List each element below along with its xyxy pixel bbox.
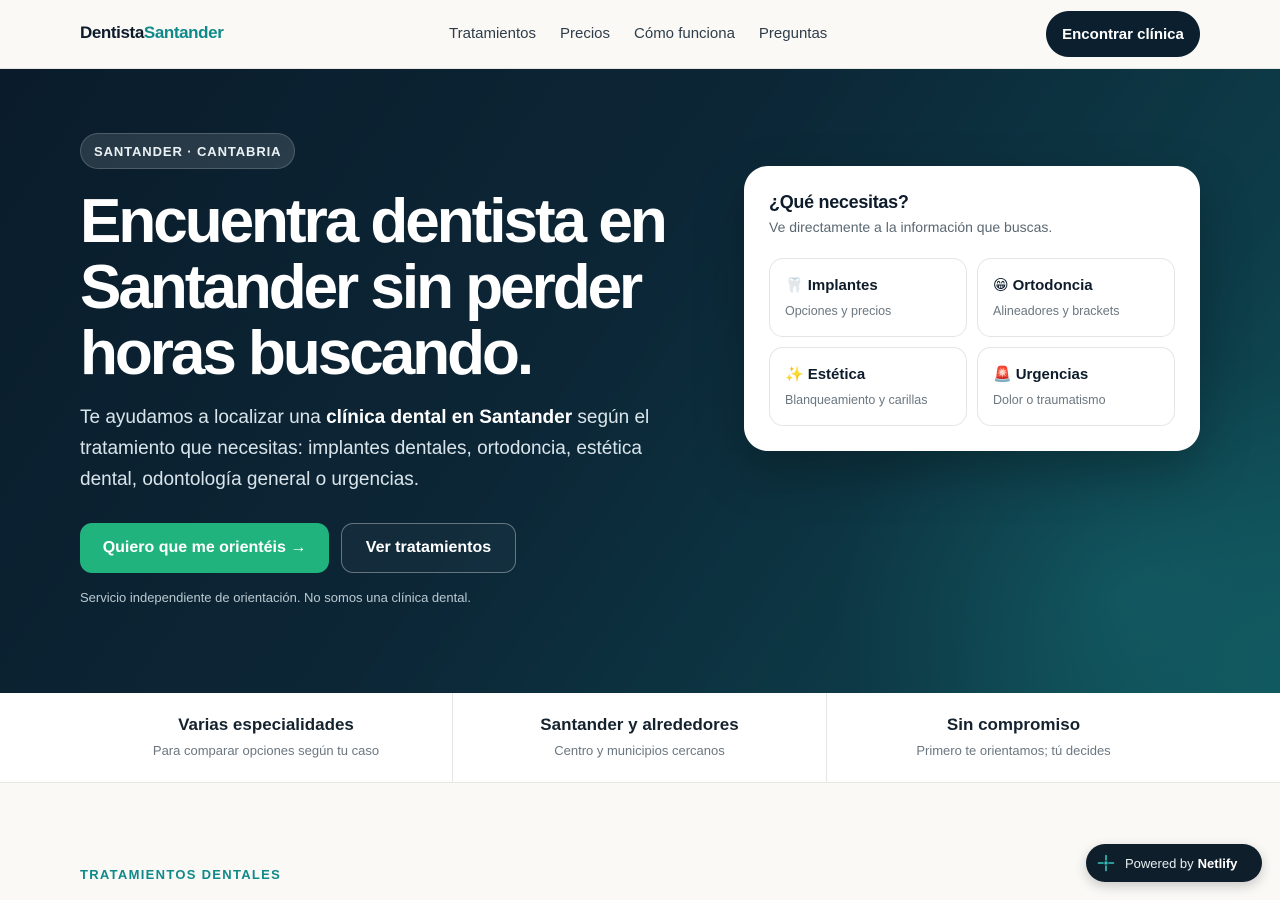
- view-treatments-button[interactable]: Ver tratamientos: [341, 523, 516, 573]
- netlify-brand: Netlify: [1197, 855, 1238, 871]
- option-implantes-label: Implantes: [807, 277, 878, 294]
- find-clinic-button[interactable]: Encontrar clínica: [1046, 11, 1200, 57]
- features-strip: Varias especialidades Para comparar opci…: [0, 693, 1280, 783]
- option-urgencias-title: 🚨 Urgencias: [993, 365, 1088, 383]
- feature-alrededores: Santander y alrededores Centro y municip…: [453, 693, 827, 782]
- card-title: ¿Qué necesitas?: [769, 192, 909, 212]
- nav-link-como-funciona[interactable]: Cómo funciona: [634, 25, 735, 42]
- sparkles-icon: ✨: [785, 366, 804, 383]
- netlify-prefix: Powered by: [1125, 855, 1194, 871]
- hero-text-strong: clínica dental en Santander: [326, 407, 573, 428]
- option-implantes[interactable]: 🦷 Implantes Opciones y precios: [769, 258, 967, 337]
- disclaimer-text: Servicio independiente de orientación. N…: [80, 590, 471, 605]
- option-estetica-label: Estética: [807, 366, 866, 383]
- section-label-tratamientos: TRATAMIENTOS DENTALES: [80, 867, 282, 882]
- feature-desc: Primero te orientamos; tú decides: [916, 743, 1111, 758]
- option-urgencias-label: Urgencias: [1015, 366, 1089, 383]
- option-ortodoncia-desc: Alineadores y brackets: [993, 304, 1120, 318]
- feature-title: Santander y alrededores: [540, 715, 739, 734]
- hero-description: Te ayudamos a localizar una clínica dent…: [80, 402, 670, 495]
- hero-text-part1: Te ayudamos a localizar una: [80, 407, 327, 428]
- option-urgencias[interactable]: 🚨 Urgencias Dolor o traumatismo: [977, 347, 1175, 426]
- siren-icon: 🚨: [993, 366, 1012, 383]
- nav-link-precios[interactable]: Precios: [560, 25, 610, 42]
- option-urgencias-desc: Dolor o traumatismo: [993, 393, 1106, 407]
- hero-title: Encuentra dentista en Santander sin perd…: [80, 187, 668, 388]
- nav-link-tratamientos[interactable]: Tratamientos: [449, 25, 536, 42]
- card-subtitle: Ve directamente a la información que bus…: [769, 219, 1053, 235]
- option-ortodoncia[interactable]: 😁 Ortodoncia Alineadores y brackets: [977, 258, 1175, 337]
- location-badge: SANTANDER · CANTABRIA: [80, 133, 296, 169]
- option-implantes-title: 🦷 Implantes: [785, 276, 878, 294]
- logo-text-dentista: Dentista: [80, 23, 144, 42]
- option-estetica[interactable]: ✨ Estética Blanqueamiento y carillas: [769, 347, 967, 426]
- grin-icon: 😁: [993, 277, 1009, 294]
- option-estetica-title: ✨ Estética: [785, 365, 865, 383]
- option-implantes-desc: Opciones y precios: [785, 304, 892, 318]
- nav-link-preguntas[interactable]: Preguntas: [759, 25, 827, 42]
- logo-text-santander: Santander: [143, 23, 224, 42]
- orient-me-button[interactable]: Quiero que me orientéis →: [80, 523, 329, 573]
- option-ortodoncia-label: Ortodoncia: [1012, 277, 1093, 294]
- main-nav: Tratamientos Precios Cómo funciona Pregu…: [449, 25, 827, 42]
- feature-desc: Centro y municipios cercanos: [554, 743, 725, 758]
- netlify-icon: [1097, 854, 1115, 872]
- feature-especialidades: Varias especialidades Para comparar opci…: [80, 693, 453, 782]
- option-estetica-desc: Blanqueamiento y carillas: [785, 393, 928, 407]
- option-ortodoncia-title: 😁 Ortodoncia: [993, 276, 1093, 294]
- feature-desc: Para comparar opciones según tu caso: [152, 743, 380, 758]
- netlify-badge[interactable]: Powered by Netlify: [1086, 844, 1262, 882]
- site-logo[interactable]: DentistaSantander: [80, 23, 224, 43]
- site-header: DentistaSantander Tratamientos Precios C…: [0, 0, 1280, 69]
- tooth-icon: 🦷: [785, 277, 804, 294]
- feature-title: Varias especialidades: [178, 715, 354, 734]
- feature-sin-compromiso: Sin compromiso Primero te orientamos; tú…: [827, 693, 1200, 782]
- needs-card: ¿Qué necesitas? Ve directamente a la inf…: [744, 166, 1200, 451]
- feature-title: Sin compromiso: [946, 715, 1081, 734]
